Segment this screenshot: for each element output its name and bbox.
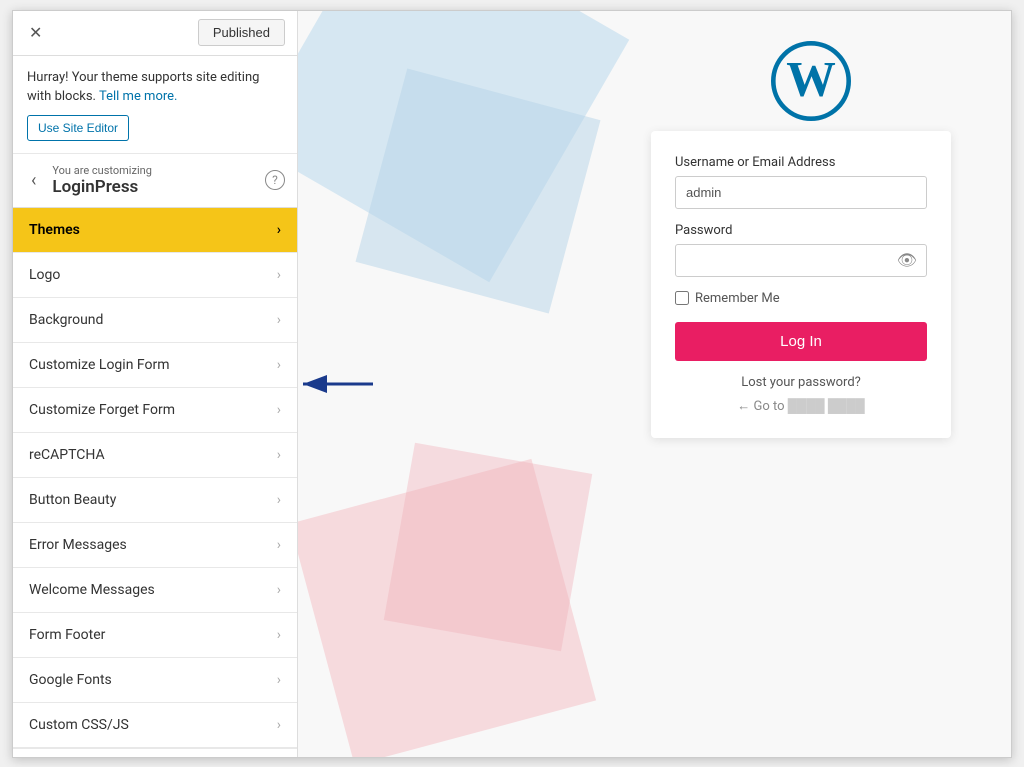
menu-item-label: Button Beauty <box>29 492 116 508</box>
menu-item-logo[interactable]: Logo › <box>13 253 297 298</box>
close-button[interactable]: ✕ <box>25 19 46 47</box>
chevron-right-icon: › <box>277 492 281 508</box>
menu-item-label: Error Messages <box>29 537 127 553</box>
chevron-right-icon: › <box>277 537 281 553</box>
menu-item-error-messages[interactable]: Error Messages › <box>13 523 297 568</box>
published-button[interactable]: Published <box>198 19 285 46</box>
left-panel: ✕ Published Hurray! Your theme supports … <box>13 11 298 757</box>
lost-password-link[interactable]: Lost your password? <box>675 375 927 390</box>
menu-item-label: Custom CSS/JS <box>29 717 129 733</box>
menu-item-custom-css-js[interactable]: Custom CSS/JS › <box>13 703 297 748</box>
arrow-indicator <box>298 369 378 399</box>
remember-me-checkbox[interactable] <box>675 291 689 305</box>
go-to-label: ← Go to <box>737 399 784 414</box>
chevron-right-icon: › <box>277 357 281 373</box>
menu-item-welcome-messages[interactable]: Welcome Messages › <box>13 568 297 613</box>
menu-item-recaptcha[interactable]: reCAPTCHA › <box>13 433 297 478</box>
menu-item-label: Background <box>29 312 103 328</box>
panel-footer-link[interactable]: Like our plugin? Leave a review here! › <box>13 748 297 757</box>
back-arrow-icon[interactable]: ‹ <box>25 168 42 193</box>
right-panel: W Username or Email Address Password 👁 R… <box>298 11 1011 757</box>
username-input[interactable] <box>675 176 927 209</box>
remember-me-row: Remember Me <box>675 291 927 306</box>
menu-item-themes[interactable]: Themes › <box>13 208 297 253</box>
wordpress-logo: W <box>771 41 851 121</box>
chevron-right-icon: › <box>277 672 281 688</box>
show-password-icon[interactable]: 👁 <box>897 251 917 270</box>
customizer-title-block: You are customizing LoginPress <box>52 164 265 197</box>
menu-item-label: Welcome Messages <box>29 582 155 598</box>
help-icon[interactable]: ? <box>265 170 285 190</box>
menu-list: Themes › Logo › Background › Customize L… <box>13 208 297 757</box>
chevron-right-icon: › <box>277 447 281 463</box>
menu-item-label: Customize Forget Form <box>29 402 175 418</box>
shape-pink2 <box>384 442 593 651</box>
menu-item-customize-forget-form[interactable]: Customize Forget Form › <box>13 388 297 433</box>
site-link[interactable]: ████ ████ <box>788 399 865 414</box>
go-to-line: ← Go to ████ ████ <box>675 398 927 414</box>
chevron-right-icon: › <box>277 312 281 328</box>
menu-item-button-beauty[interactable]: Button Beauty › <box>13 478 297 523</box>
menu-item-label: Logo <box>29 267 60 283</box>
menu-item-background[interactable]: Background › <box>13 298 297 343</box>
notice-box: Hurray! Your theme supports site editing… <box>13 56 297 154</box>
password-wrapper: 👁 <box>675 244 927 277</box>
chevron-right-icon: › <box>277 627 281 643</box>
menu-item-customize-login-form[interactable]: Customize Login Form › <box>13 343 297 388</box>
chevron-right-icon: › <box>277 222 281 238</box>
chevron-right-icon: › <box>277 267 281 283</box>
menu-item-google-fonts[interactable]: Google Fonts › <box>13 658 297 703</box>
customizing-label: You are customizing <box>52 164 265 177</box>
chevron-right-icon: › <box>277 717 281 733</box>
username-label: Username or Email Address <box>675 155 927 170</box>
customizer-header: ‹ You are customizing LoginPress ? <box>13 154 297 208</box>
plugin-name: LoginPress <box>52 177 265 197</box>
login-card: Username or Email Address Password 👁 Rem… <box>651 131 951 438</box>
password-label: Password <box>675 223 927 238</box>
menu-item-label: Form Footer <box>29 627 105 643</box>
tell-me-more-link[interactable]: Tell me more. <box>99 89 178 104</box>
menu-item-label: reCAPTCHA <box>29 447 105 463</box>
top-bar: ✕ Published <box>13 11 297 56</box>
password-input[interactable] <box>675 244 927 277</box>
chevron-right-icon: › <box>277 582 281 598</box>
wp-logo-area: W <box>771 41 851 125</box>
login-button[interactable]: Log In <box>675 322 927 361</box>
remember-me-label: Remember Me <box>695 291 780 306</box>
menu-item-form-footer[interactable]: Form Footer › <box>13 613 297 658</box>
chevron-right-icon: › <box>277 402 281 418</box>
use-site-editor-button[interactable]: Use Site Editor <box>27 115 129 141</box>
svg-text:W: W <box>786 51 836 106</box>
menu-item-label: Customize Login Form <box>29 357 170 373</box>
menu-item-label: Themes <box>29 222 80 238</box>
menu-item-label: Google Fonts <box>29 672 112 688</box>
